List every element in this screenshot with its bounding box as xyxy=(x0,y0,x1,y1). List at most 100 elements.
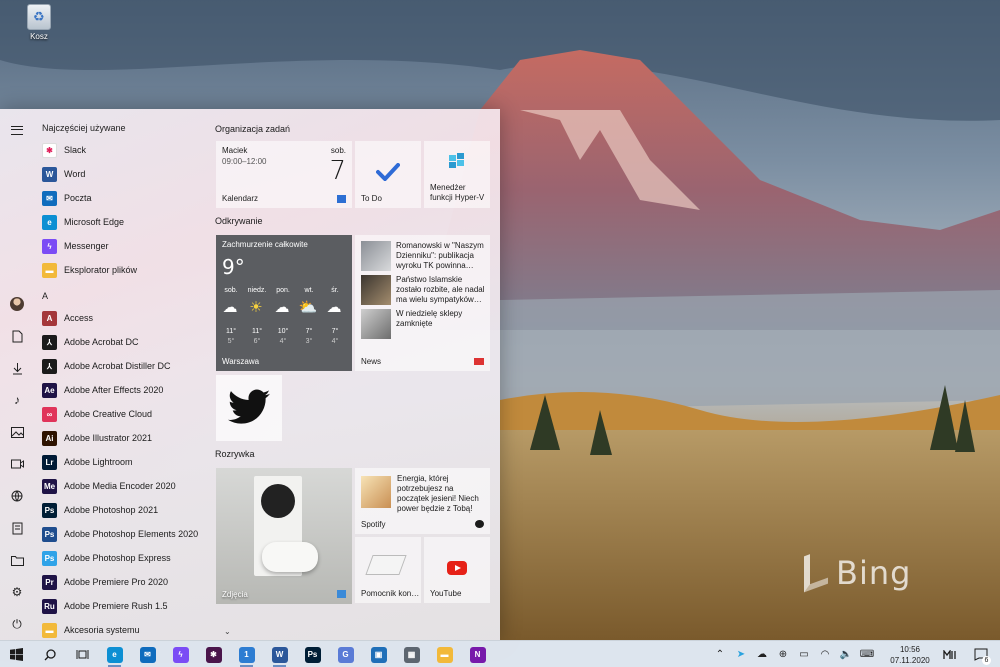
file-explorer-icon[interactable] xyxy=(8,551,26,569)
tile-label: Kalendarz xyxy=(222,194,259,203)
app-item[interactable]: ▬ Eksplorator plików xyxy=(42,259,202,281)
power-icon[interactable]: ⏻ xyxy=(8,615,26,633)
taskbar-app-translator[interactable]: G xyxy=(329,641,362,667)
tile-spotify[interactable]: Energia, której potrzebujesz na początek… xyxy=(355,468,490,534)
app-item[interactable]: ✱ Slack xyxy=(42,139,202,161)
taskbar-app-mail[interactable]: ✉ xyxy=(131,641,164,667)
app-item[interactable]: Ps Adobe Photoshop 2021 xyxy=(42,499,202,521)
weather-low: 5° xyxy=(227,338,235,345)
notification-center-icon[interactable]: 6 xyxy=(968,641,994,667)
tile-news[interactable]: Romanowski w "Naszym Dzienniku": publika… xyxy=(355,235,490,371)
app-label: Access xyxy=(64,313,94,323)
app-item[interactable]: Ai Adobe Illustrator 2021 xyxy=(42,427,202,449)
app-item[interactable]: Me Adobe Media Encoder 2020 xyxy=(42,475,202,497)
network-icon[interactable] xyxy=(8,487,26,505)
battery-icon[interactable]: ▭ xyxy=(794,641,814,667)
start-rail: ♪ ⚙ ⏻ xyxy=(0,109,34,640)
tile-label: News xyxy=(361,357,382,366)
meet-now-icon[interactable] xyxy=(937,641,963,667)
app-list: Najczęściej używane ✱ Slack W Word ✉ Poczta e M… xyxy=(34,109,231,641)
chevron-up-icon[interactable]: ⌃ xyxy=(710,641,730,667)
taskbar-app-onenote[interactable]: N xyxy=(461,641,494,667)
network-icon[interactable]: ⊕ xyxy=(773,641,793,667)
keyboard-icon[interactable]: ⌨ xyxy=(857,641,877,667)
task-view-button[interactable] xyxy=(66,641,99,667)
access-icon: A xyxy=(42,310,57,326)
app-item[interactable]: Pr Adobe Premiere Pro 2020 xyxy=(42,571,202,593)
clock[interactable]: 10:56 07.11.2020 xyxy=(890,644,930,666)
app-label: Messenger xyxy=(64,241,109,251)
news-item[interactable]: W niedzielę sklepy zamknięte xyxy=(361,309,489,339)
app-item[interactable]: ✉ Poczta xyxy=(42,187,202,209)
app-label: Poczta xyxy=(64,193,92,203)
app-item[interactable]: W Word xyxy=(42,163,202,185)
news-item[interactable]: Państwo Islamskie zostało rozbite, ale n… xyxy=(361,275,489,305)
app-item[interactable]: Ps Adobe Photoshop Elements 2020 xyxy=(42,523,202,545)
photoshop-express-icon: Ps xyxy=(42,550,57,566)
tile-photos[interactable]: Zdjęcia xyxy=(216,468,352,604)
app-item[interactable]: ⅄ Adobe Acrobat DC xyxy=(42,331,202,353)
distiller-icon: ⅄ xyxy=(42,358,57,374)
taskbar-app-calculator[interactable]: ▦ xyxy=(395,641,428,667)
taskbar-app-edge[interactable]: e xyxy=(98,641,131,667)
settings-gear-icon[interactable]: ⚙ xyxy=(8,583,26,601)
music-icon[interactable]: ♪ xyxy=(8,391,26,409)
tile-youtube[interactable]: YouTube xyxy=(424,537,490,603)
pictures-icon[interactable] xyxy=(8,423,26,441)
cloud-icon[interactable]: ☁ xyxy=(752,641,772,667)
pomocnik-icon xyxy=(365,555,407,575)
app-item[interactable]: ⅄ Adobe Acrobat Distiller DC xyxy=(42,355,202,377)
group-discover: Odkrywanie xyxy=(215,216,263,226)
start-button[interactable] xyxy=(0,641,33,667)
app-item[interactable]: Ru Adobe Premiere Rush 1.5 xyxy=(42,595,202,617)
user-avatar[interactable] xyxy=(8,295,26,313)
weather-low: 6° xyxy=(253,338,261,345)
taskbar-app-word[interactable]: W xyxy=(263,641,296,667)
news-thumbnail xyxy=(361,241,391,271)
app-item[interactable]: ▬ Akcesoria systemu xyxy=(42,619,202,641)
taskbar-app-store[interactable]: ▣ xyxy=(362,641,395,667)
volume-icon[interactable]: 🔈 xyxy=(836,641,856,667)
taskbar-app-slack[interactable]: ✱ xyxy=(197,641,230,667)
tile-todo[interactable]: To Do xyxy=(355,141,421,208)
telegram-icon[interactable]: ➤ xyxy=(731,641,751,667)
letter-header[interactable]: A xyxy=(42,291,48,301)
taskbar-app-explorer[interactable]: ▬ xyxy=(428,641,461,667)
news-headline: Państwo Islamskie zostało rozbite, ale n… xyxy=(396,275,485,304)
tile-twitter[interactable] xyxy=(216,375,282,441)
taskbar-app-files[interactable]: 1 xyxy=(230,641,263,667)
tile-weather[interactable]: Zachmurzenie całkowite 9° sob. ☁ 11° 5° nied… xyxy=(216,235,352,371)
wifi-icon[interactable]: ◠ xyxy=(815,641,835,667)
app-item[interactable]: Lr Adobe Lightroom xyxy=(42,451,202,473)
tile-calendar[interactable]: Maciek 09:00–12:00 sob. 7 Kalendarz xyxy=(216,141,352,208)
news-icon xyxy=(474,358,484,365)
tile-label: Pomocnik kon… xyxy=(361,589,420,598)
hamburger-menu-icon[interactable] xyxy=(8,121,26,139)
app-item[interactable]: ϟ Messenger xyxy=(42,235,202,257)
search-button[interactable] xyxy=(33,641,66,667)
edge-icon: e xyxy=(42,214,57,230)
taskbar-app-photoshop[interactable]: Ps xyxy=(296,641,329,667)
weather-low: 4° xyxy=(279,338,287,345)
taskbar-app-messenger[interactable]: ϟ xyxy=(164,641,197,667)
app-item[interactable]: Ps Adobe Photoshop Express xyxy=(42,547,202,569)
tile-hyperv[interactable]: Menedżer funkcji Hyper-V xyxy=(424,141,490,208)
app-label: Adobe Illustrator 2021 xyxy=(64,433,153,443)
weather-location: Warszawa xyxy=(222,357,260,366)
documents-icon[interactable] xyxy=(8,327,26,345)
tile-pomocnik[interactable]: Pomocnik kon… xyxy=(355,537,421,603)
app-item[interactable]: ∞ Adobe Creative Cloud xyxy=(42,403,202,425)
news-item[interactable]: Romanowski w "Naszym Dzienniku": publika… xyxy=(361,241,489,271)
videos-icon[interactable] xyxy=(8,455,26,473)
recycle-bin[interactable]: Kosz xyxy=(24,4,54,41)
youtube-icon xyxy=(447,561,467,575)
personalization-icon[interactable] xyxy=(8,519,26,537)
photos-icon xyxy=(337,590,346,598)
app-item[interactable]: A Access xyxy=(42,307,202,329)
app-item[interactable]: e Microsoft Edge xyxy=(42,211,202,233)
app-item[interactable]: Ae Adobe After Effects 2020 xyxy=(42,379,202,401)
folder-icon: 1 xyxy=(238,646,255,663)
downloads-icon[interactable] xyxy=(8,359,26,377)
weather-icon: ☁ xyxy=(326,299,342,316)
clock-date: 07.11.2020 xyxy=(890,656,930,665)
